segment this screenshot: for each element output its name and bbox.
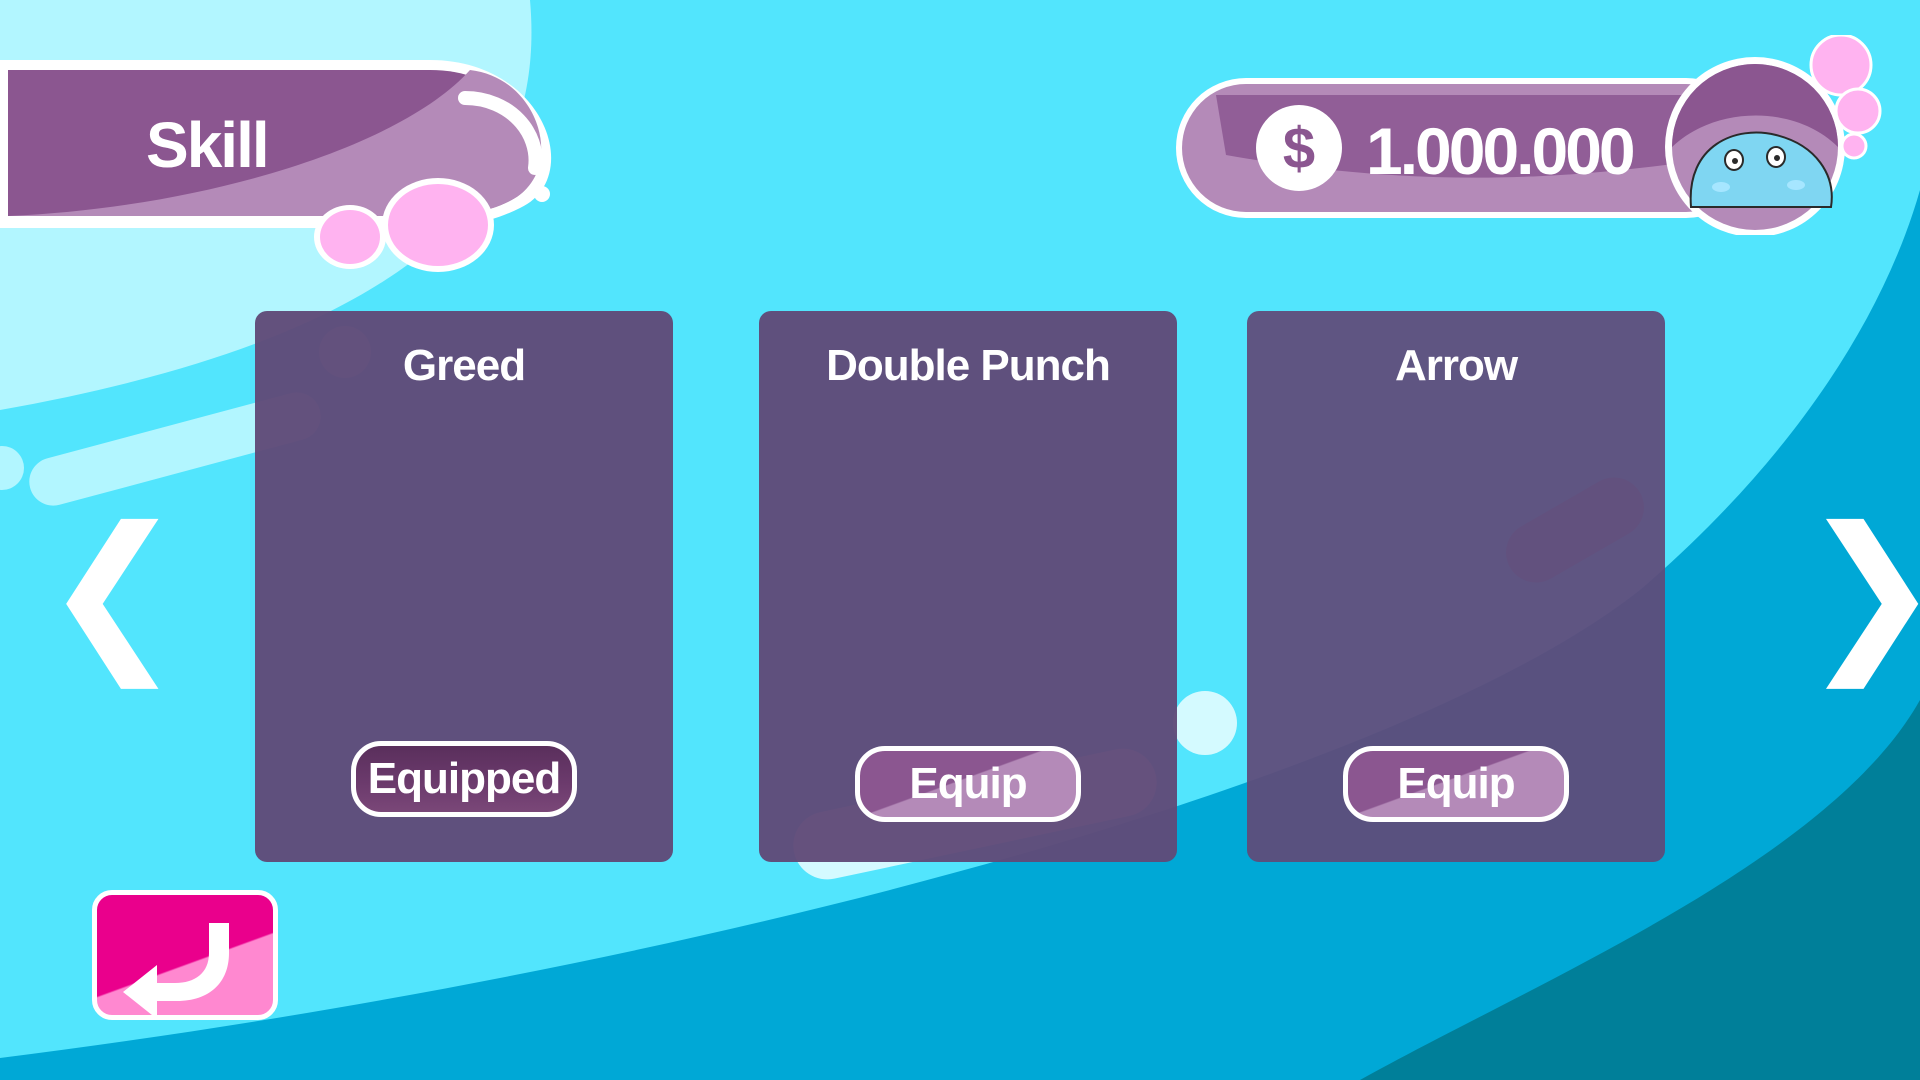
next-page-arrow-icon[interactable]: ❯: [1800, 505, 1920, 675]
skill-name: Double Punch: [826, 341, 1111, 390]
equip-button[interactable]: Equip: [855, 746, 1081, 822]
currency-amount: 1.000.000: [1366, 114, 1636, 188]
dollar-coin-icon: $: [1256, 105, 1342, 191]
equipped-button[interactable]: Equipped: [351, 741, 577, 817]
screen-title: Skill: [146, 109, 270, 181]
skill-card-arrow: Arrow Equip: [1247, 311, 1665, 862]
skill-card-greed: Greed Equipped: [255, 311, 673, 862]
return-arrow-icon: [123, 923, 229, 1015]
skill-name: Greed: [402, 341, 526, 390]
skill-card-double-punch: Double Punch Equip: [759, 311, 1177, 862]
title-bubbles: [314, 178, 494, 272]
prev-page-arrow-icon[interactable]: ❮: [42, 505, 184, 675]
back-button[interactable]: [92, 890, 278, 1020]
skill-name: Arrow: [1394, 341, 1518, 390]
equip-button[interactable]: Equip: [1343, 746, 1569, 822]
